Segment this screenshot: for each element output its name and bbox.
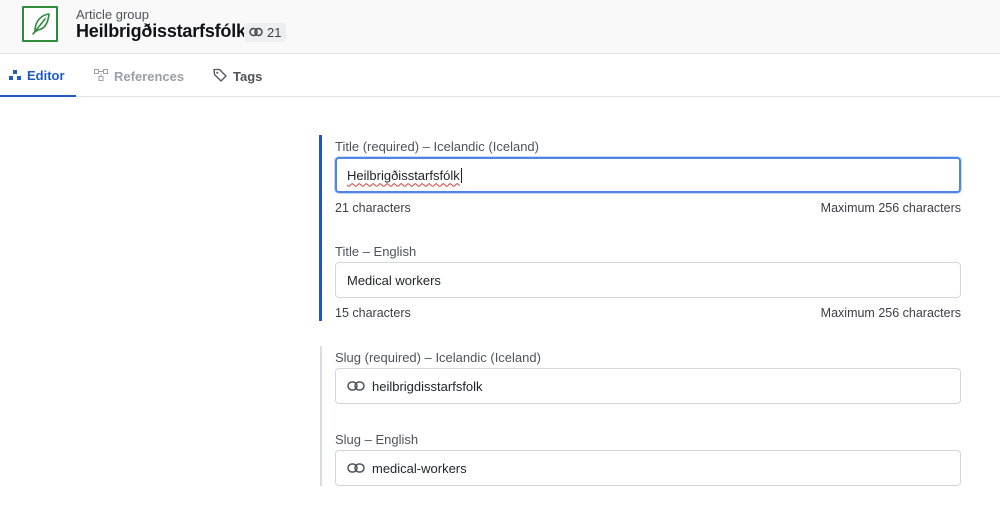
- slug-is-value: heilbrigdisstarfsfolk: [372, 378, 483, 394]
- title-is-label: Title (required) – Icelandic (Iceland): [335, 139, 539, 154]
- title-is-meta: 21 characters Maximum 256 characters: [335, 201, 961, 215]
- tag-icon: [213, 68, 227, 85]
- reference-count: 21: [267, 25, 282, 40]
- link-icon: [347, 381, 365, 391]
- tab-label: References: [114, 68, 185, 84]
- page-title: Heilbrigðisstarfsfólk: [76, 21, 246, 41]
- title-is-value: Heilbrigðisstarfsfólk: [347, 167, 460, 183]
- title-en-input[interactable]: Medical workers: [335, 262, 961, 298]
- tree-icon: [9, 68, 21, 83]
- graph-icon: [94, 68, 108, 84]
- title-en-value: Medical workers: [347, 272, 441, 288]
- title-en-meta: 15 characters Maximum 256 characters: [335, 306, 961, 320]
- breadcrumb[interactable]: Article group: [76, 7, 149, 22]
- document-header: Article group Heilbrigðisstarfsfólk 21: [0, 0, 1000, 54]
- title-group-indicator: [319, 135, 322, 321]
- feather-icon: [22, 6, 58, 42]
- link-icon: [347, 463, 365, 473]
- title-en-max: Maximum 256 characters: [820, 306, 961, 320]
- tab-editor[interactable]: Editor: [0, 55, 76, 97]
- slug-is-input[interactable]: heilbrigdisstarfsfolk: [335, 368, 961, 404]
- slug-en-input[interactable]: medical-workers: [335, 450, 961, 486]
- title-en-count: 15 characters: [335, 306, 411, 320]
- tab-label: Tags: [233, 68, 263, 84]
- tab-references[interactable]: References: [94, 55, 184, 97]
- slug-en-value: medical-workers: [372, 460, 467, 476]
- tab-bar: Editor References Tags: [0, 55, 1000, 97]
- slug-en-label: Slug – English: [335, 432, 419, 447]
- tab-label: Editor: [27, 67, 65, 83]
- slug-group-indicator: [320, 346, 322, 486]
- title-en-label: Title – English: [335, 244, 417, 259]
- reference-count-badge[interactable]: 21: [244, 23, 287, 42]
- slug-is-label: Slug (required) – Icelandic (Iceland): [335, 350, 541, 365]
- title-is-max: Maximum 256 characters: [820, 201, 961, 215]
- title-is-input[interactable]: Heilbrigðisstarfsfólk: [335, 157, 961, 193]
- text-caret: [460, 167, 462, 183]
- link-icon: [249, 25, 263, 40]
- tab-tags[interactable]: Tags: [213, 55, 262, 97]
- title-is-count: 21 characters: [335, 201, 411, 215]
